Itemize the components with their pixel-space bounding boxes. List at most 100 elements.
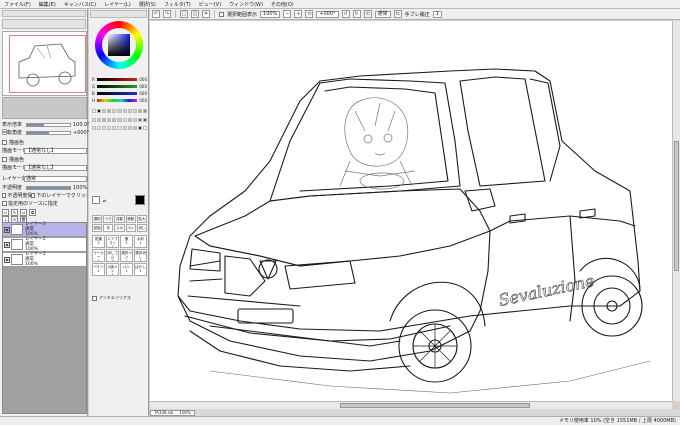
swatch[interactable] xyxy=(127,117,132,122)
swatch[interactable] xyxy=(122,117,127,122)
color-slider-track[interactable] xyxy=(97,99,138,102)
vertical-scroll-thumb[interactable] xyxy=(674,141,679,271)
undo-icon[interactable]: ↶ xyxy=(152,10,160,18)
protect-opacity-checkbox[interactable] xyxy=(2,193,7,198)
swatch[interactable] xyxy=(117,117,122,122)
swatch[interactable] xyxy=(97,126,102,131)
color-slider-h[interactable]: H 000 xyxy=(92,98,147,103)
crop-icon[interactable]: ⌗ xyxy=(202,10,210,18)
menu-other[interactable]: その他(O) xyxy=(267,1,298,8)
menu-file[interactable]: ファイル(F) xyxy=(0,1,35,8)
antialias-checkbox[interactable] xyxy=(92,295,97,301)
swatch[interactable] xyxy=(107,126,112,131)
color-slider-g[interactable]: G 000 xyxy=(92,84,147,89)
menu-layer[interactable]: レイヤー(L) xyxy=(100,1,135,8)
opacity-slider[interactable] xyxy=(26,185,71,190)
rotate-right-icon[interactable]: ↻ xyxy=(352,10,361,18)
swatch[interactable] xyxy=(142,126,147,131)
swatch[interactable] xyxy=(142,109,147,113)
zoom-reset-icon[interactable]: ⟲ xyxy=(305,10,314,18)
foreground-color-swatch[interactable] xyxy=(135,195,145,205)
vertical-scrollbar[interactable] xyxy=(672,21,680,401)
clipping-checkbox[interactable] xyxy=(30,193,36,198)
deselect-icon[interactable]: □ xyxy=(180,10,188,18)
swatch[interactable] xyxy=(107,109,112,113)
swatch[interactable] xyxy=(102,117,107,122)
swatch[interactable] xyxy=(137,117,142,122)
menu-canvas[interactable]: キャンバス(C) xyxy=(60,1,100,8)
swatch[interactable] xyxy=(102,126,107,131)
rotation-field[interactable]: +000° xyxy=(316,10,339,18)
brush-slot[interactable]: 水彩 1 xyxy=(134,235,147,248)
brush-slot[interactable]: マーカー 1 xyxy=(92,249,105,262)
color-mode-dropdown[interactable]: 【通常なし】 xyxy=(24,164,87,171)
tool-hand[interactable]: 手 xyxy=(103,224,114,232)
tool-rotate[interactable]: 回転 xyxy=(92,224,103,232)
rotate-reset-icon[interactable]: ⟲ xyxy=(363,10,372,18)
zoom-out-icon[interactable]: − xyxy=(283,10,292,18)
brush-slot[interactable]: 鉛筆 1 xyxy=(92,235,105,248)
swatch[interactable] xyxy=(112,126,117,131)
visibility-eye-icon[interactable]: ◉ xyxy=(4,256,10,263)
color-slider-track[interactable] xyxy=(96,92,138,95)
swatch[interactable] xyxy=(132,117,137,122)
brush-slot[interactable]: 2値ペン 1 xyxy=(106,263,119,276)
menu-window[interactable]: ウィンドウ(W) xyxy=(225,1,267,8)
color-slider-track[interactable] xyxy=(97,85,138,88)
selection-display-checkbox[interactable] xyxy=(219,11,224,17)
visibility-eye-icon[interactable]: ◉ xyxy=(4,226,10,233)
color-slider-r[interactable]: R 000 xyxy=(92,77,147,82)
blend-display-field[interactable]: 通常 xyxy=(374,10,391,18)
brush-slot[interactable]: 消しゴム 1 xyxy=(106,249,119,262)
swatch[interactable] xyxy=(127,109,132,113)
swatch[interactable] xyxy=(112,117,117,122)
saturation-value-square[interactable] xyxy=(108,34,130,56)
menu-edit[interactable]: 編集(E) xyxy=(35,1,60,8)
swatch[interactable] xyxy=(112,109,117,113)
swatch[interactable] xyxy=(127,126,132,131)
swatch[interactable] xyxy=(97,109,102,113)
select-source-checkbox[interactable] xyxy=(2,201,7,206)
menu-filter[interactable]: フィルタ(T) xyxy=(160,1,195,8)
drawing-canvas[interactable]: Sevaluzione xyxy=(150,21,672,401)
tool-zoom[interactable]: 拡大 xyxy=(136,215,147,223)
horizontal-scroll-thumb[interactable] xyxy=(340,403,530,408)
swatch[interactable] xyxy=(92,109,97,113)
color-switch-icon[interactable]: ⇄ xyxy=(103,198,131,203)
swatch[interactable] xyxy=(122,126,127,131)
brush-slot[interactable]: エアブラシ 1 xyxy=(106,235,119,248)
flip-icon[interactable]: ⇆ xyxy=(393,10,402,18)
mode-dropdown[interactable]: 【通常なし】 xyxy=(24,147,87,154)
swatch[interactable] xyxy=(97,117,102,122)
layer-item[interactable]: ◉ レイヤー3 通常 100% xyxy=(3,222,86,237)
swatch[interactable] xyxy=(107,117,112,122)
hand-correction-field[interactable]: 1 xyxy=(432,10,442,18)
zoom-slider[interactable] xyxy=(26,122,71,127)
tool-select[interactable]: 選択 xyxy=(92,215,103,223)
invert-selection-icon[interactable]: ◫ xyxy=(191,10,199,18)
zoom-in-icon[interactable]: + xyxy=(294,10,303,18)
tool-eyedropper[interactable]: スポ xyxy=(114,224,125,232)
menu-select[interactable]: 選択(S) xyxy=(135,1,160,8)
tool-pen[interactable]: ペン xyxy=(125,224,136,232)
color-mode-checkbox[interactable] xyxy=(2,157,7,162)
swatch[interactable] xyxy=(137,126,142,131)
swatch[interactable] xyxy=(132,109,137,113)
brush-slot[interactable]: 筆1 xyxy=(120,235,133,248)
color-slider-b[interactable]: B 000 xyxy=(92,91,147,96)
angle-slider[interactable] xyxy=(26,130,71,135)
document-tab[interactable]: TA338.sai 100% xyxy=(150,409,195,416)
brush-slot[interactable]: ペン 1 xyxy=(120,263,133,276)
brush-slot[interactable]: バケツ 1 xyxy=(92,263,105,276)
color-wheel[interactable] xyxy=(95,21,143,69)
brush-slot[interactable]: 選択ペン 1 xyxy=(120,249,133,262)
tool-magic-wand[interactable]: 自動 xyxy=(114,215,125,223)
blend-dropdown[interactable]: 通常 xyxy=(24,175,87,182)
menu-view[interactable]: ビュー(V) xyxy=(195,1,225,8)
layer-item[interactable]: ◉ レイヤー1 通常 100% xyxy=(3,252,86,267)
swatch[interactable] xyxy=(117,109,122,113)
swatch[interactable] xyxy=(137,109,142,113)
zoom-field[interactable]: 100% xyxy=(260,10,281,18)
background-color-swatch[interactable] xyxy=(92,196,100,204)
rotate-left-icon[interactable]: ↺ xyxy=(341,10,350,18)
